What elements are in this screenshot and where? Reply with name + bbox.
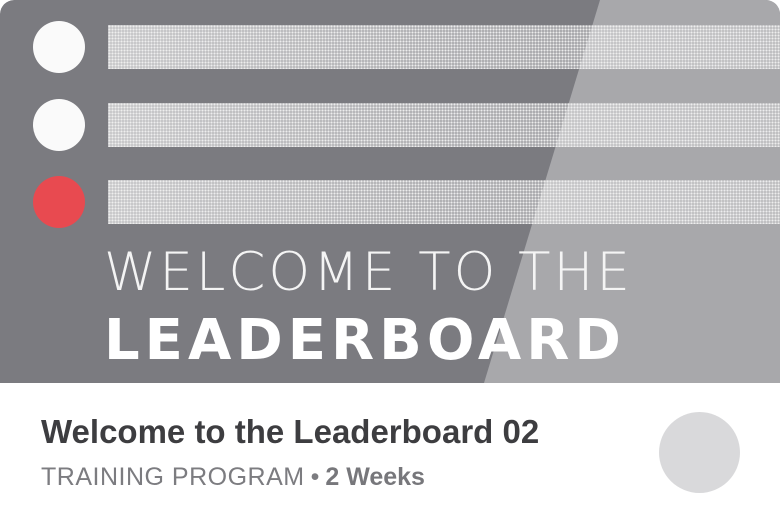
program-title[interactable]: Welcome to the Leaderboard 02 — [41, 413, 539, 451]
leaderboard-dot-highlight-icon — [33, 176, 85, 228]
cover-heading-line2: LEADERBOARD — [104, 308, 626, 373]
cover-heading-line1: WELCOME TO THE — [104, 242, 633, 303]
leaderboard-dot-icon — [33, 99, 85, 151]
leaderboard-row — [33, 176, 780, 228]
program-card[interactable]: WELCOME TO THE LEADERBOARD Welcome to th… — [0, 0, 780, 520]
program-cover-image: WELCOME TO THE LEADERBOARD — [0, 0, 780, 383]
program-duration: 2 Weeks — [325, 463, 425, 491]
meta-separator: • — [310, 463, 320, 491]
leaderboard-bar — [108, 103, 780, 147]
leaderboard-row — [33, 21, 780, 73]
avatar[interactable] — [659, 412, 740, 493]
leaderboard-dot-icon — [33, 21, 85, 73]
leaderboard-row — [33, 99, 780, 151]
program-info: Welcome to the Leaderboard 02 TRAINING P… — [0, 383, 780, 520]
program-type: TRAINING PROGRAM — [41, 463, 305, 491]
program-meta: TRAINING PROGRAM • 2 Weeks — [41, 462, 425, 492]
leaderboard-bar — [108, 180, 780, 224]
leaderboard-bar — [108, 25, 780, 69]
